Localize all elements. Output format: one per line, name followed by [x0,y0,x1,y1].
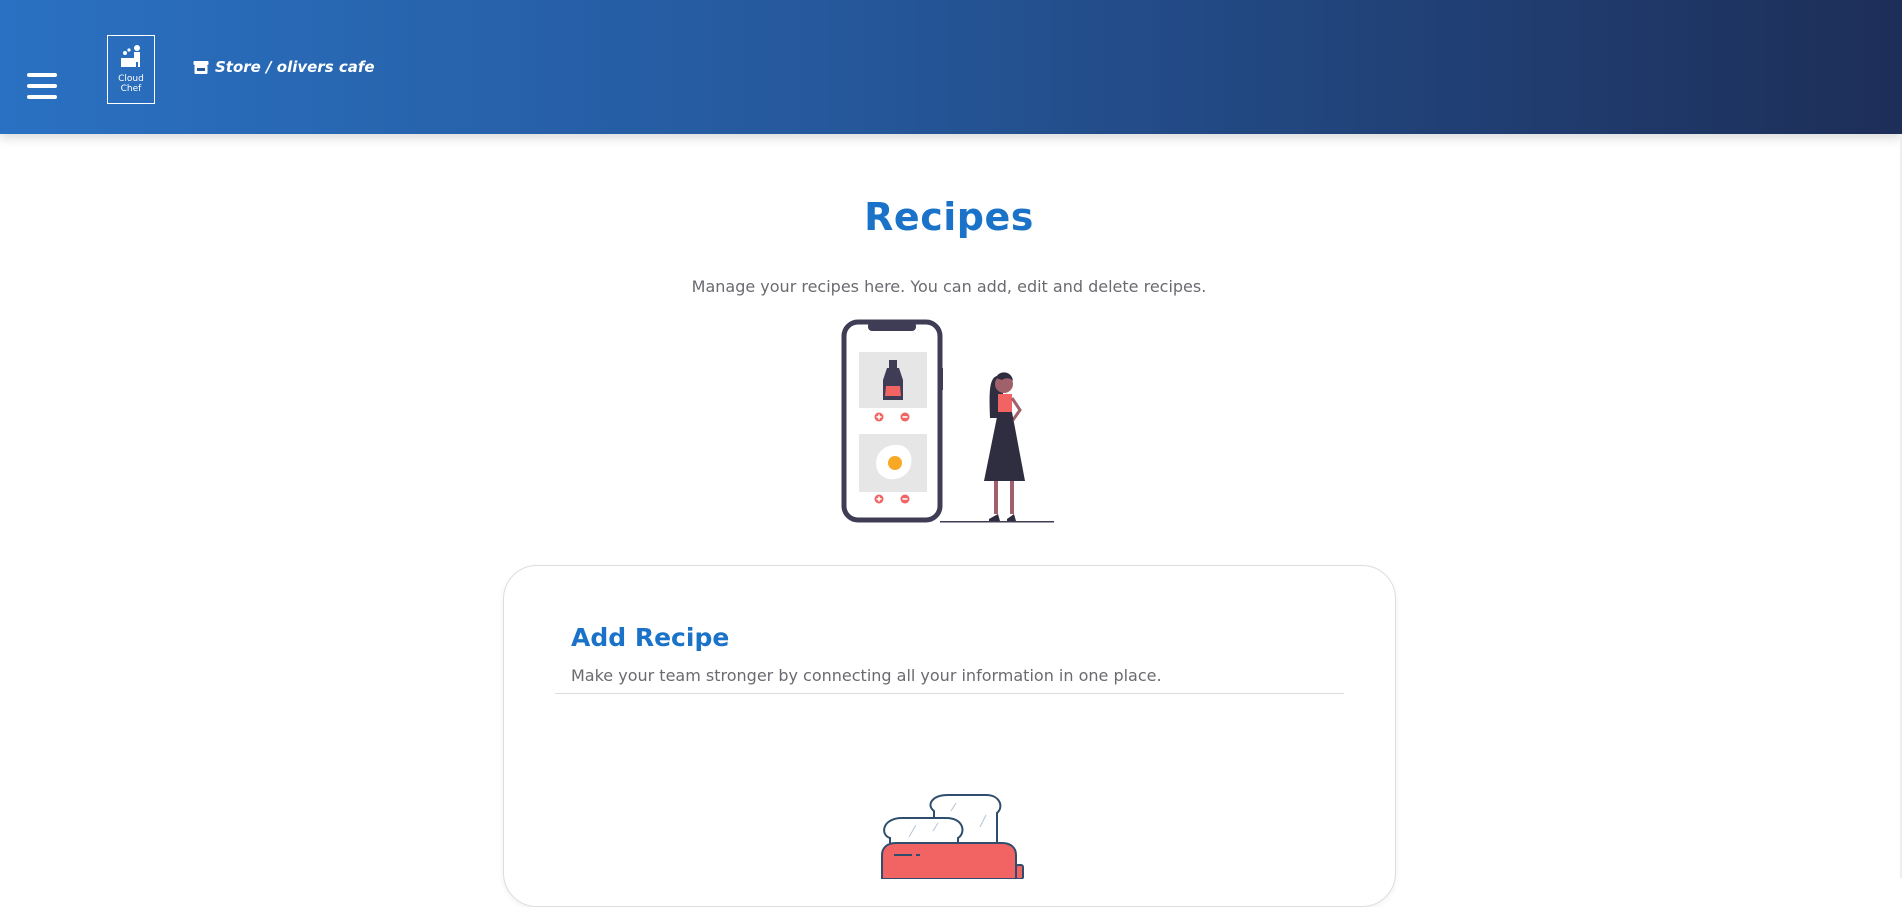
breadcrumb[interactable]: Store / olivers cafe [193,56,375,78]
woman-with-phone-illustration [841,319,1054,523]
store-icon [193,60,209,75]
toaster-illustration [881,794,1024,879]
chef-logo-icon [121,45,140,67]
page-title: Recipes [864,195,1034,239]
page-subtitle: Manage your recipes here. You can add, e… [691,277,1207,296]
top-navbar: Cloud Chef Store / olivers cafe [0,0,1902,134]
logo-text-cloud: Cloud [118,74,144,84]
cloud-chef-logo[interactable]: Cloud Chef [107,35,155,104]
card-divider [555,693,1344,694]
card-title: Add Recipe [571,623,730,652]
logo-text-chef: Chef [120,84,142,94]
hamburger-menu-icon[interactable] [27,73,57,99]
breadcrumb-text: Store / olivers cafe [215,58,375,76]
add-recipe-card[interactable]: Add Recipe Make your team stronger by co… [503,565,1396,907]
card-subtitle: Make your team stronger by connecting al… [571,666,1162,685]
